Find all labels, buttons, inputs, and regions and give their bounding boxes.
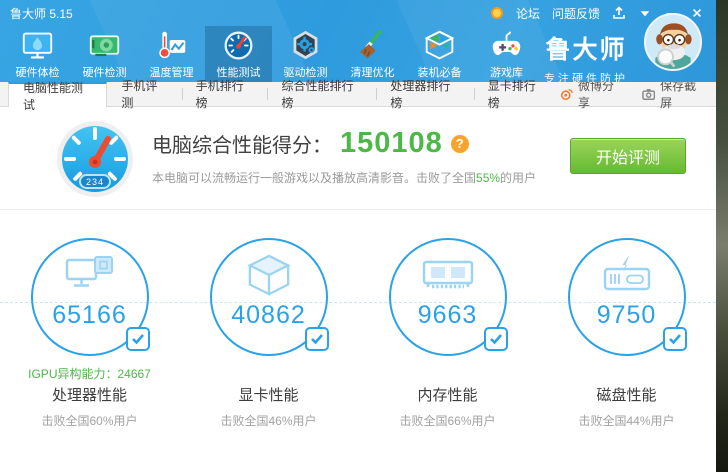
tab-cpu-ranking[interactable]: 处理器排行榜	[376, 79, 473, 110]
gpu-beat-text: 击败全国46%用户	[220, 414, 317, 428]
memory-beat-text: 击败全国66%用户	[399, 414, 496, 428]
nav-item-hardware-detect[interactable]: 硬件检测	[71, 26, 138, 82]
app-window: 鲁大师 5.15 论坛 问题反馈 硬件体检 硬件检测 温度管理 性能测试 驱动检…	[0, 0, 716, 472]
brand-slogan: 专注硬件防护	[544, 73, 628, 82]
caret-down-icon[interactable]	[638, 6, 652, 20]
overall-score-section: 234 电脑综合性能得分： 150108 ? 本电脑可以流畅运行一般游戏以及播放…	[0, 107, 716, 209]
tab-pc-performance-test[interactable]: 电脑性能测试	[8, 81, 108, 112]
category-cpu: 65166 IGPU异构能力：24667 处理器性能 击败全国60%用户	[0, 238, 179, 429]
nav-item-install-essentials[interactable]: 装机必备	[406, 26, 473, 82]
save-screenshot-label: 保存截屏	[660, 79, 697, 110]
nav-label: 游戏库	[490, 67, 523, 79]
nav-label: 装机必备	[417, 67, 462, 79]
tab-phone-review[interactable]: 手机评测	[107, 79, 181, 110]
gauge-badge: 234	[85, 177, 105, 187]
gamepad-icon	[490, 29, 523, 62]
memory-score-circle: 9663	[388, 238, 508, 356]
memory-score: 9663	[417, 301, 478, 329]
gpu-score-circle: 40862	[209, 238, 329, 356]
nav-item-game-library[interactable]: 游戏库	[473, 26, 540, 82]
nav-label: 清理优化	[350, 67, 395, 79]
overall-score-label: 电脑综合性能得分：	[152, 135, 332, 157]
help-icon[interactable]: ?	[450, 134, 469, 153]
nav-label: 硬件体检	[15, 67, 60, 79]
nav-item-temperature[interactable]: 温度管理	[138, 26, 205, 82]
gauge-icon: 234	[56, 120, 134, 198]
category-scores-section: 65166 IGPU异构能力：24667 处理器性能 击败全国60%用户 408…	[0, 210, 716, 472]
tab-gpu-ranking[interactable]: 显卡排行榜	[473, 79, 560, 110]
screen: 鲁大师 5.15 论坛 问题反馈 硬件体检 硬件检测 温度管理 性能测试 驱动检…	[0, 0, 728, 472]
gpu-category-name: 显卡性能	[238, 387, 299, 404]
titlebar: 鲁大师 5.15 论坛 问题反馈	[0, 0, 716, 26]
brand-name: 鲁大师	[545, 36, 627, 64]
disk-beat-text: 击败全国44%用户	[578, 414, 675, 428]
category-gpu: 40862 显卡性能 击败全国46%用户	[179, 238, 358, 429]
thermometer-chart-icon	[155, 29, 188, 62]
nav-label: 驱动检测	[283, 67, 328, 79]
disk-icon	[601, 253, 653, 297]
brand: 鲁大师 专注硬件防护	[544, 30, 628, 82]
check-icon	[483, 327, 508, 351]
check-icon	[304, 327, 329, 351]
overall-score-value: 150108	[340, 127, 443, 159]
mascot-avatar	[644, 13, 702, 71]
nav-item-driver-detect[interactable]: 驱动检测	[272, 26, 339, 82]
cpu-beat-text: 击败全国60%用户	[41, 414, 138, 428]
cube-icon	[245, 253, 293, 297]
category-disk: 9750 磁盘性能 击败全国44%用户	[537, 238, 716, 429]
tab-overall-ranking[interactable]: 综合性能排行榜	[267, 79, 376, 110]
cpu-category-name: 处理器性能	[51, 387, 127, 404]
ram-icon	[422, 253, 474, 297]
nav-item-performance-test[interactable]: 性能测试	[205, 26, 272, 82]
cpu-score-circle: 65166	[30, 238, 150, 356]
nav-label: 性能测试	[216, 67, 261, 79]
gear-hexagon-icon	[289, 29, 322, 62]
cpu-score: 65166	[52, 301, 127, 329]
header: 鲁大师 5.15 论坛 问题反馈 硬件体检 硬件检测 温度管理 性能测试 驱动检…	[0, 0, 716, 82]
install-box-icon	[423, 29, 456, 62]
start-benchmark-button[interactable]: 开始评测	[570, 138, 686, 174]
gpu-score: 40862	[231, 301, 306, 329]
disk-category-name: 磁盘性能	[596, 387, 657, 404]
save-screenshot-button[interactable]: 保存截屏	[641, 77, 706, 111]
disk-score-circle: 9750	[567, 238, 687, 356]
cpu-monitor-icon	[65, 253, 115, 297]
memory-category-name: 内存性能	[417, 387, 478, 404]
share-icon[interactable]	[612, 6, 626, 20]
speedometer-icon	[222, 29, 255, 62]
beat-percent: 55%	[476, 171, 501, 185]
weibo-icon	[560, 88, 573, 101]
weibo-share-label: 微博分享	[577, 79, 614, 110]
score-description: 本电脑可以流畅运行一般游戏以及播放高清影音。击败了全国55%的用户	[152, 171, 537, 185]
feedback-link[interactable]: 问题反馈	[552, 5, 600, 22]
category-memory: 9663 内存性能 击败全国66%用户	[358, 238, 537, 429]
forum-link[interactable]: 论坛	[516, 5, 540, 22]
close-button[interactable]	[690, 6, 704, 20]
mascot-icon	[646, 15, 700, 69]
nav-item-hardware-checkup[interactable]: 硬件体检	[4, 26, 71, 82]
monitor-drop-icon	[21, 29, 54, 62]
nav-label: 硬件检测	[82, 67, 127, 79]
camera-icon	[641, 89, 655, 101]
medal-icon[interactable]	[490, 6, 504, 20]
nav-item-clean-optimize[interactable]: 清理优化	[339, 26, 406, 82]
weibo-share-button[interactable]: 微博分享	[560, 77, 624, 111]
window-title: 鲁大师 5.15	[10, 6, 73, 21]
desktop-wallpaper-strip	[716, 0, 728, 472]
check-icon	[125, 327, 150, 351]
tab-bar: 电脑性能测试 手机评测 手机排行榜 综合性能排行榜 处理器排行榜 显卡排行榜 微…	[0, 79, 716, 112]
gpu-card-icon	[88, 29, 121, 62]
nav-label: 温度管理	[149, 67, 194, 79]
disk-score: 9750	[596, 301, 657, 329]
check-icon	[662, 327, 687, 351]
broom-icon	[356, 29, 389, 62]
tab-phone-ranking[interactable]: 手机排行榜	[181, 79, 268, 110]
igpu-score: IGPU异构能力：24667	[28, 367, 151, 381]
